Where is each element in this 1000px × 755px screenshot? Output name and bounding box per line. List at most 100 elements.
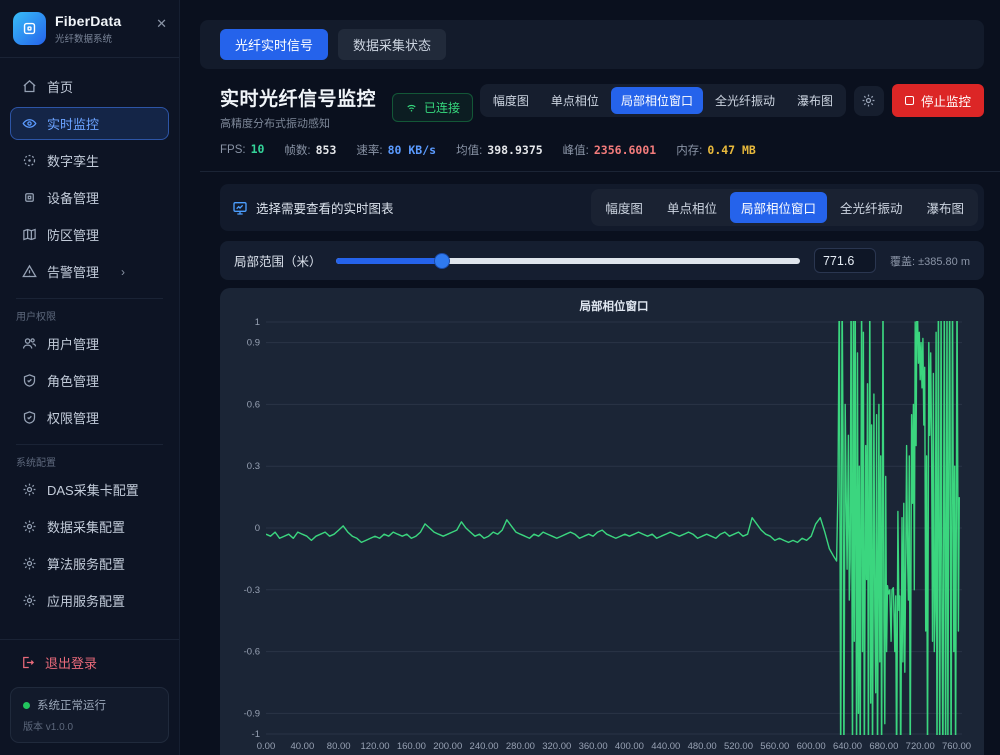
- stat-label: 内存:: [676, 142, 702, 158]
- connection-label: 已连接: [424, 99, 460, 116]
- sidebar: FiberData 光纤数据系统 ✕ 首页实时监控数字孪生设备管理防区管理告警管…: [0, 0, 180, 755]
- settings-button[interactable]: [854, 86, 884, 116]
- connection-badge: 已连接: [392, 93, 473, 122]
- chart-type-tab-b-2[interactable]: 局部相位窗口: [730, 192, 827, 223]
- signal-line: [266, 296, 959, 755]
- stop-monitoring-button[interactable]: 停止监控: [892, 84, 984, 117]
- y-tick-label: -1: [252, 729, 260, 740]
- stat-2: 速率:80 KB/s: [356, 142, 436, 158]
- stat-label: 速率:: [356, 142, 382, 158]
- chart-type-tab-2[interactable]: 局部相位窗口: [611, 87, 703, 114]
- x-tick-label: 720.00: [906, 741, 935, 752]
- brand: FiberData 光纤数据系统 ✕: [0, 0, 179, 58]
- chart-type-tab-b-3[interactable]: 全光纤振动: [829, 192, 914, 223]
- x-tick-label: 600.00: [797, 741, 826, 752]
- logout-button[interactable]: 退出登录: [0, 639, 179, 685]
- x-tick-label: 40.00: [290, 741, 314, 752]
- chip-icon: [22, 190, 37, 205]
- system-status-text: 系统正常运行: [37, 697, 106, 713]
- page-subtitle: 高精度分布式振动感知: [220, 115, 376, 131]
- x-tick-label: 480.00: [688, 741, 717, 752]
- sidebar-item-label: 设备管理: [47, 188, 99, 207]
- chart-type-tabs-bottom: 幅度图单点相位局部相位窗口全光纤振动瀑布图: [591, 189, 978, 226]
- twin-icon: [22, 153, 37, 168]
- stat-0: FPS:10: [220, 142, 264, 158]
- y-tick-label: -0.9: [244, 708, 260, 719]
- chevron-right-icon: ›: [121, 265, 125, 279]
- sidebar-item-s1-3[interactable]: 应用服务配置: [10, 584, 169, 617]
- divider: [200, 171, 1000, 172]
- home-icon: [22, 79, 37, 94]
- stat-3: 均值: 398.9375: [456, 142, 543, 158]
- sidebar-item-label: 算法服务配置: [47, 554, 125, 573]
- stat-value: 2356.6001: [594, 143, 656, 157]
- stat-1: 帧数:853: [284, 142, 336, 158]
- sidebar-item-label: DAS采集卡配置: [47, 480, 139, 499]
- range-slider[interactable]: [336, 258, 800, 264]
- stop-label: 停止监控: [921, 91, 971, 110]
- sidebar-item-label: 告警管理: [47, 262, 99, 281]
- selector-label: 选择需要查看的实时图表: [256, 198, 394, 217]
- stat-value: 853: [316, 143, 337, 157]
- chart-panel: 局部相位窗口10.90.60.30-0.3-0.6-0.9-10.0040.00…: [220, 288, 984, 755]
- sidebar-item-s0-1[interactable]: 角色管理: [10, 364, 169, 397]
- stat-label: FPS:: [220, 144, 246, 156]
- logout-icon: [20, 655, 35, 670]
- stat-label: 峰值:: [563, 142, 589, 158]
- range-value-input[interactable]: [814, 248, 876, 273]
- sidebar-item-label: 首页: [47, 77, 73, 96]
- x-tick-label: 280.00: [506, 741, 535, 752]
- sidebar-item-s0-2[interactable]: 权限管理: [10, 401, 169, 434]
- chart-selector-bar: 选择需要查看的实时图表 幅度图单点相位局部相位窗口全光纤振动瀑布图: [220, 184, 984, 231]
- slider-thumb[interactable]: [435, 254, 449, 268]
- page-tab-0[interactable]: 光纤实时信号: [220, 29, 328, 60]
- version-label: 版本 v1.0.0: [23, 718, 156, 733]
- sidebar-item-0[interactable]: 首页: [10, 70, 169, 103]
- sidebar-item-2[interactable]: 数字孪生: [10, 144, 169, 177]
- chart-title: 局部相位窗口: [579, 299, 649, 313]
- sidebar-item-s1-2[interactable]: 算法服务配置: [10, 547, 169, 580]
- phase-window-chart: 局部相位窗口10.90.60.30-0.3-0.6-0.9-10.0040.00…: [230, 296, 974, 755]
- y-tick-label: -0.6: [244, 647, 260, 658]
- chart-type-tab-b-4[interactable]: 瀑布图: [915, 192, 975, 223]
- monitor-chart-icon: [232, 200, 248, 216]
- slider-fill: [336, 258, 443, 264]
- stat-value: 398.9375: [487, 143, 542, 157]
- chart-type-tab-1[interactable]: 单点相位: [541, 87, 609, 114]
- sidebar-item-s0-0[interactable]: 用户管理: [10, 327, 169, 360]
- gear-icon: [22, 556, 37, 571]
- app-title: FiberData: [55, 13, 121, 29]
- y-tick-label: 0: [255, 523, 260, 534]
- sidebar-item-s1-1[interactable]: 数据采集配置: [10, 510, 169, 543]
- chart-type-tab-4[interactable]: 瀑布图: [787, 87, 843, 114]
- stats-row: FPS:10 帧数:853 速率:80 KB/s 均值: 398.9375 峰值: 2356…: [220, 142, 984, 158]
- page-tab-1[interactable]: 数据采集状态: [338, 29, 446, 60]
- gear-icon: [22, 482, 37, 497]
- sidebar-item-1[interactable]: 实时监控: [10, 107, 169, 140]
- alert-icon: [22, 264, 37, 279]
- chart-type-tab-0[interactable]: 幅度图: [483, 87, 539, 114]
- sidebar-item-5[interactable]: 告警管理 ›: [10, 255, 169, 288]
- chart-type-tabs-top: 幅度图单点相位局部相位窗口全光纤振动瀑布图: [480, 84, 846, 117]
- system-status-card: 系统正常运行 版本 v1.0.0: [10, 687, 169, 743]
- chart-type-tab-b-0[interactable]: 幅度图: [594, 192, 654, 223]
- sidebar-close-icon[interactable]: ✕: [156, 16, 167, 32]
- sidebar-section-title: 用户权限: [16, 298, 163, 323]
- chart-type-tab-3[interactable]: 全光纤振动: [705, 87, 785, 114]
- sidebar-item-4[interactable]: 防区管理: [10, 218, 169, 251]
- x-tick-label: 640.00: [833, 741, 862, 752]
- sidebar-item-s1-0[interactable]: DAS采集卡配置: [10, 473, 169, 506]
- gear-icon: [22, 593, 37, 608]
- gear-icon: [861, 93, 876, 108]
- local-range-panel: 局部范围（米） 覆盖: ±385.80 m: [220, 241, 984, 280]
- x-tick-label: 80.00: [327, 741, 351, 752]
- slider-label: 局部范围（米）: [234, 251, 322, 270]
- sidebar-item-3[interactable]: 设备管理: [10, 181, 169, 214]
- x-tick-label: 0.00: [257, 741, 276, 752]
- chart-type-tab-b-1[interactable]: 单点相位: [656, 192, 728, 223]
- x-tick-label: 120.00: [361, 741, 390, 752]
- sidebar-item-label: 实时监控: [47, 114, 99, 133]
- coverage-label: 覆盖: ±385.80 m: [890, 253, 970, 269]
- gear-icon: [22, 519, 37, 534]
- stat-label: 均值:: [456, 142, 482, 158]
